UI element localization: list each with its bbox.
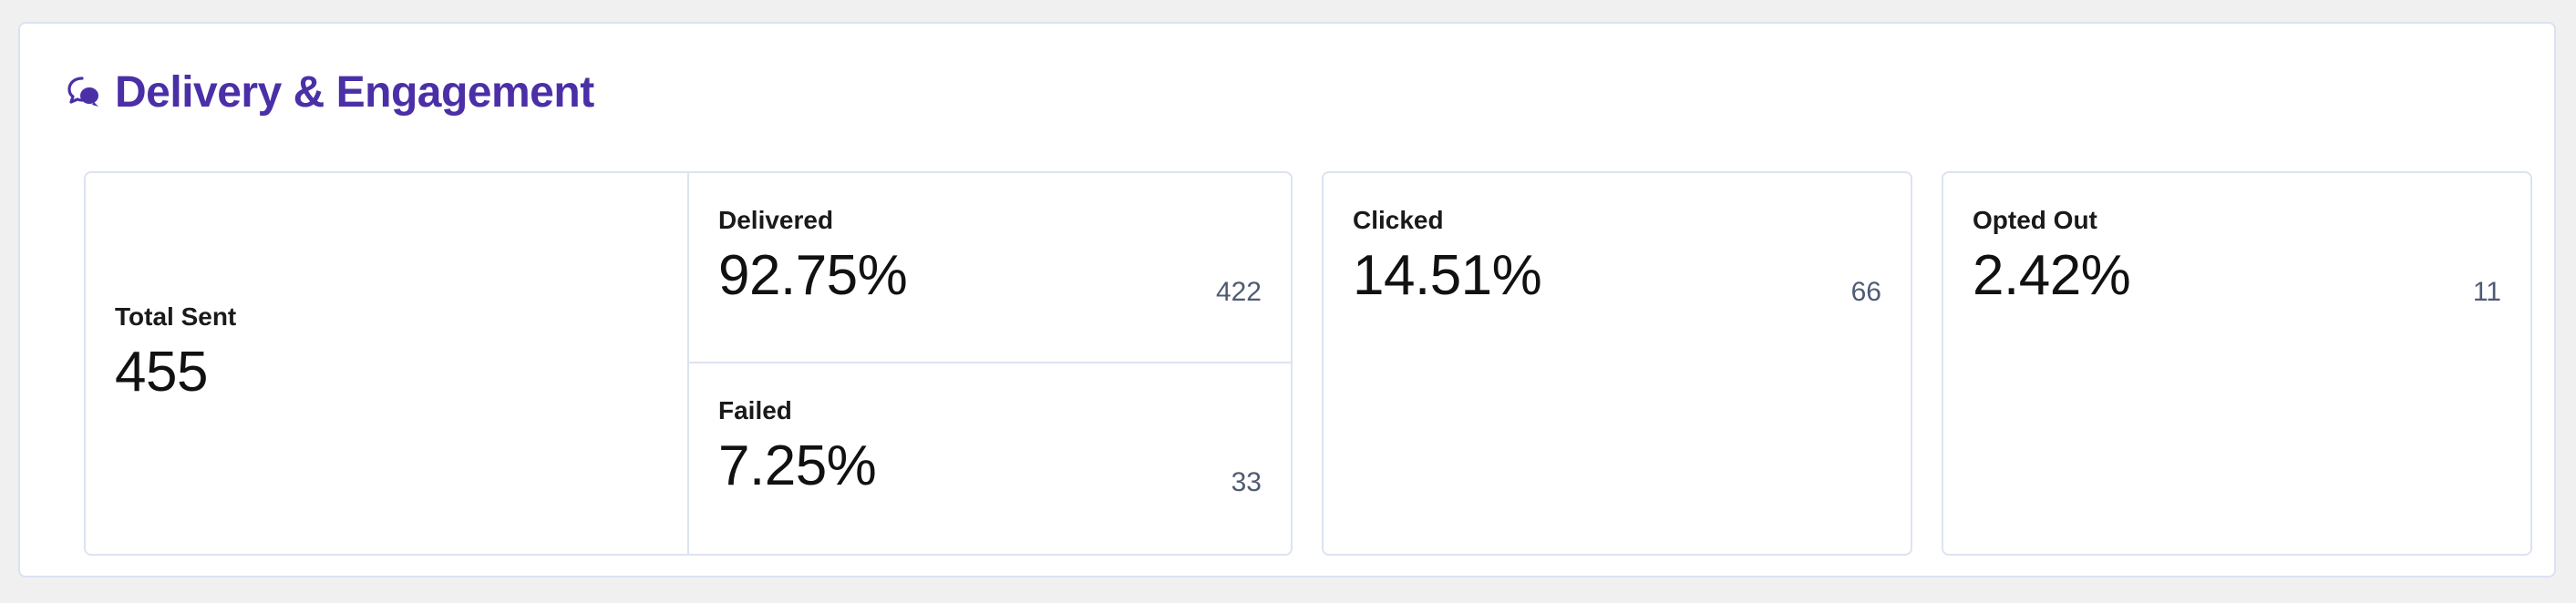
clicked-count: 66	[1850, 277, 1881, 307]
failed-percent: 7.25%	[718, 434, 877, 497]
delivery-engagement-panel: Delivery & Engagement Total Sent 455 Del…	[18, 22, 2556, 577]
chat-bubbles-icon	[64, 73, 104, 113]
failed-cell: Failed 7.25% 33	[689, 363, 1291, 554]
section-header: Delivery & Engagement	[64, 71, 594, 115]
opted-out-card: Opted Out 2.42% 11	[1942, 171, 2532, 556]
delivered-cell: Delivered 92.75% 422	[689, 173, 1291, 363]
delivered-count: 422	[1215, 277, 1262, 307]
section-title: Delivery & Engagement	[115, 68, 594, 117]
opted-out-label: Opted Out	[1973, 206, 2097, 234]
clicked-card: Clicked 14.51% 66	[1322, 171, 1912, 556]
total-sent-label: Total Sent	[115, 302, 237, 331]
failed-label: Failed	[718, 396, 792, 424]
clicked-label: Clicked	[1353, 206, 1444, 234]
opted-out-percent: 2.42%	[1973, 244, 2131, 307]
sent-delivery-card: Total Sent 455 Delivered 92.75% 422 Fail…	[84, 171, 1293, 556]
clicked-percent: 14.51%	[1353, 244, 1542, 307]
delivered-label: Delivered	[718, 206, 834, 234]
failed-count: 33	[1231, 467, 1262, 497]
total-sent-cell: Total Sent 455	[86, 173, 689, 554]
opted-out-count: 11	[2472, 277, 2501, 307]
total-sent-value: 455	[115, 341, 208, 404]
delivered-percent: 92.75%	[718, 244, 908, 307]
